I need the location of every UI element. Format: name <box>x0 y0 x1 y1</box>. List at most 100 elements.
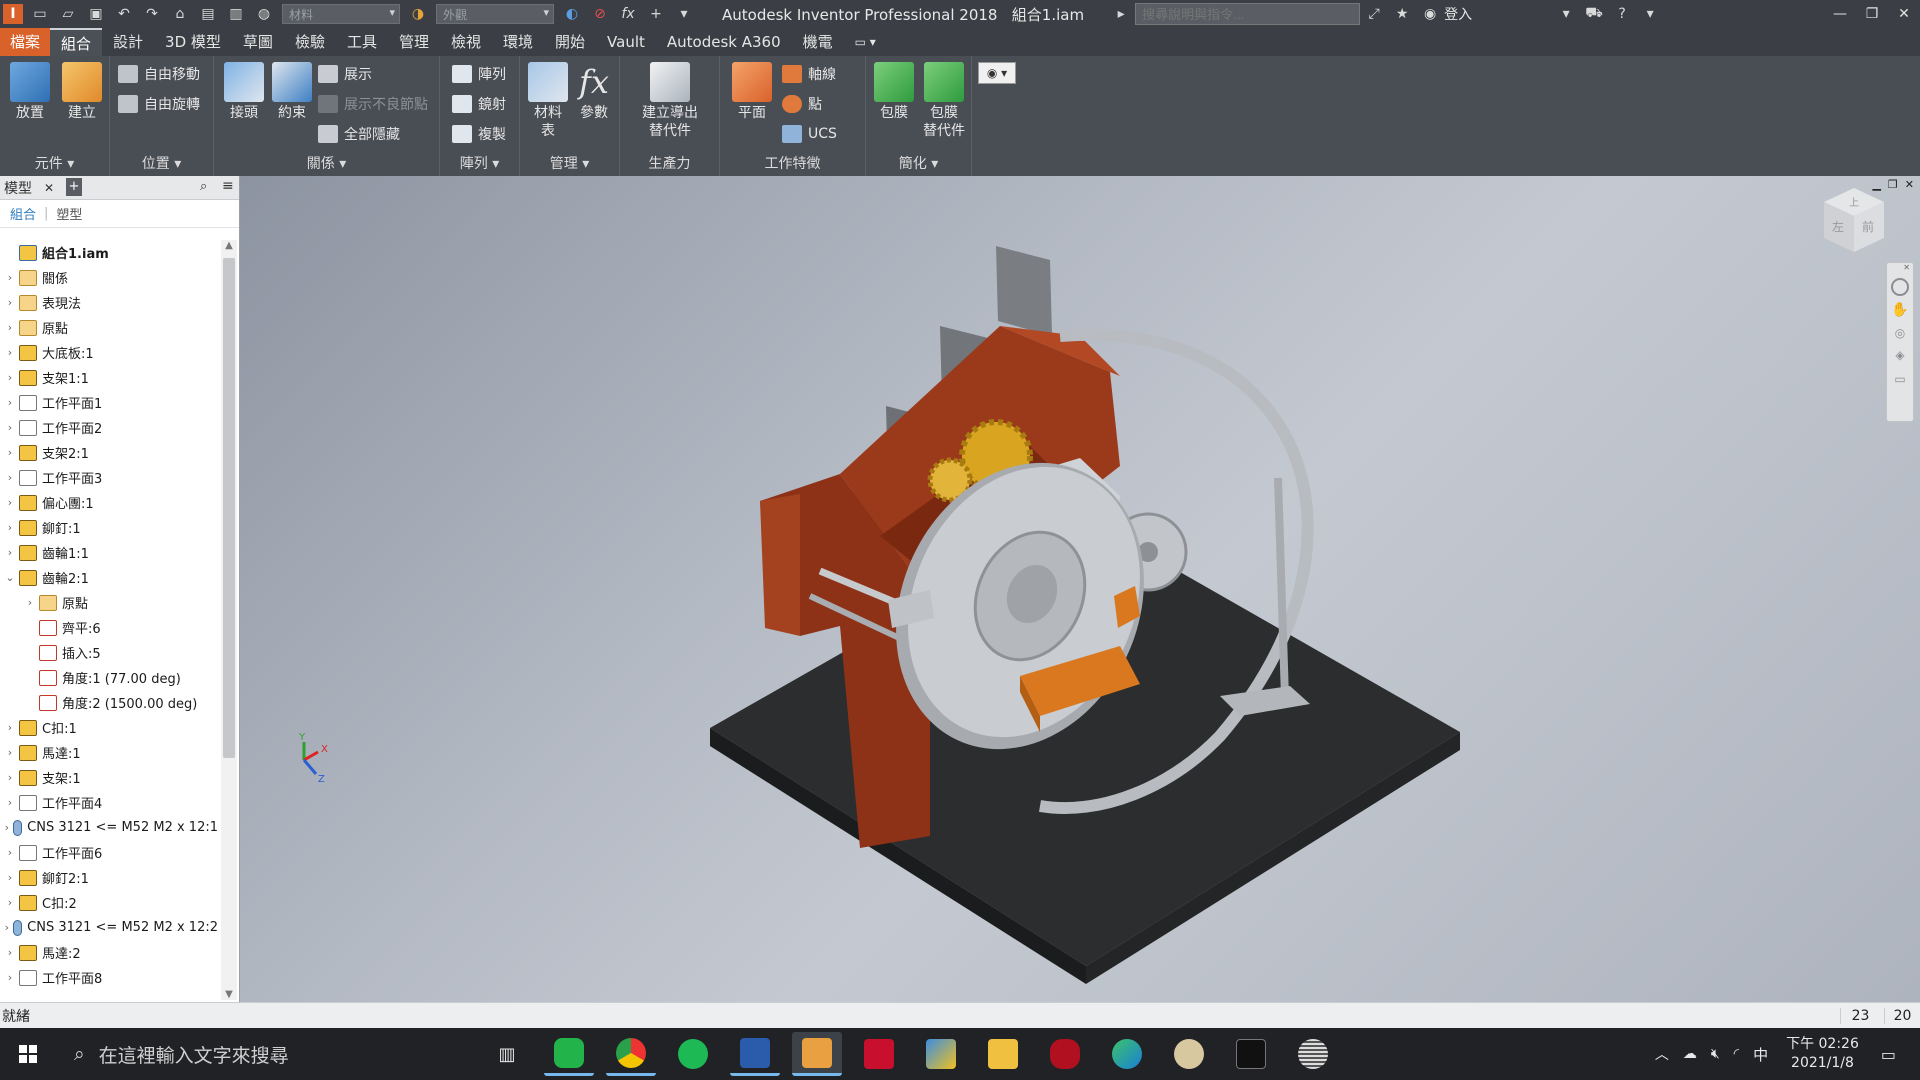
material-dropdown[interactable]: 材料 <box>282 4 400 24</box>
browser-node[interactable]: › 鉚釘2:1 <box>0 865 218 890</box>
browser-node[interactable]: ⌄ 齒輪2:1 <box>0 565 218 590</box>
show-button[interactable]: 展示 <box>318 62 372 86</box>
expand-arrow-icon[interactable]: › <box>4 296 16 309</box>
create-substitute-button[interactable]: 建立導出 替代件 <box>630 62 710 140</box>
tab-manage[interactable]: 管理 <box>388 28 440 56</box>
expand-arrow-icon[interactable]: › <box>4 896 16 909</box>
tab-inspect[interactable]: 檢驗 <box>284 28 336 56</box>
browser-node[interactable]: › 關係 <box>0 265 218 290</box>
expand-arrow-icon[interactable]: › <box>4 871 16 884</box>
browser-node[interactable]: › 工作平面1 <box>0 390 218 415</box>
browser-node[interactable]: › 工作平面4 <box>0 790 218 815</box>
tab-3d-model[interactable]: 3D 模型 <box>154 28 232 56</box>
tray-chevron-icon[interactable]: ︿ <box>1655 1044 1669 1064</box>
tab-sketch[interactable]: 草圖 <box>232 28 284 56</box>
browser-node[interactable]: › 工作平面2 <box>0 415 218 440</box>
clear-appearance-icon[interactable]: ⊘ <box>589 4 611 24</box>
browser-node[interactable]: › 支架2:1 <box>0 440 218 465</box>
expand-arrow-icon[interactable]: ⌄ <box>4 571 16 584</box>
tab-file[interactable]: 檔案 <box>0 28 51 56</box>
axis-button[interactable]: 軸線 <box>782 62 836 86</box>
assembly-model[interactable]: Y X Z <box>240 176 1920 1002</box>
expand-arrow-icon[interactable]: › <box>4 396 16 409</box>
browser-node[interactable]: › CNS 3121 <= M52 M2 x 12:1 <box>0 815 218 840</box>
tab-electromechanical[interactable]: 機電 <box>792 28 844 56</box>
open-file-icon[interactable]: ▱ <box>57 4 79 24</box>
update-icon[interactable]: ▥ <box>225 4 247 24</box>
expand-arrow-icon[interactable]: › <box>4 471 16 484</box>
browser-node[interactable]: › 原點 <box>0 590 218 615</box>
place-button[interactable]: 放置 <box>6 62 54 122</box>
look-at-icon[interactable]: ▭ <box>1887 372 1913 386</box>
pattern-button[interactable]: 陣列 <box>452 62 506 86</box>
taskbar-autocad[interactable] <box>854 1032 904 1076</box>
volume-muted-icon[interactable]: 🔇︎ <box>1711 1046 1720 1062</box>
browser-node[interactable]: › 工作平面3 <box>0 465 218 490</box>
browser-node[interactable]: › 表現法 <box>0 290 218 315</box>
exchange-apps-icon[interactable]: ⤢ <box>1363 4 1385 24</box>
task-view-button[interactable]: ▥ <box>482 1032 532 1076</box>
browser-node[interactable]: 齊平:6 <box>0 615 218 640</box>
panel-label-manage[interactable]: 管理 ▾ <box>520 153 619 173</box>
plus-icon[interactable]: + <box>645 4 667 24</box>
panel-label-pattern[interactable]: 陣列 ▾ <box>440 153 519 173</box>
copy-button[interactable]: 複製 <box>452 122 506 146</box>
viewcube[interactable]: 上 左 前 <box>1822 186 1886 254</box>
point-button[interactable]: 點 <box>782 92 822 116</box>
joint-button[interactable]: 接頭 <box>220 62 268 122</box>
browser-node[interactable]: › 齒輪1:1 <box>0 540 218 565</box>
save-icon[interactable]: ▣ <box>85 4 107 24</box>
browser-node[interactable]: › 工作平面8 <box>0 965 218 990</box>
tab-view[interactable]: 檢視 <box>440 28 492 56</box>
browser-scroll-thumb[interactable] <box>223 258 235 758</box>
expand-arrow-icon[interactable]: › <box>4 821 10 834</box>
parameters-button[interactable]: fx 參數 <box>570 62 618 122</box>
expand-arrow-icon[interactable]: › <box>4 521 16 534</box>
shrinkwrap-button[interactable]: 包膜 <box>870 62 918 122</box>
tab-design[interactable]: 設計 <box>102 28 154 56</box>
fx-icon[interactable]: fx <box>617 4 639 24</box>
hide-all-button[interactable]: 全部隱藏 <box>318 122 400 146</box>
browser-node[interactable]: › 大底板:1 <box>0 340 218 365</box>
browser-node[interactable]: › 鉚釘:1 <box>0 515 218 540</box>
expand-arrow-icon[interactable]: › <box>4 321 16 334</box>
orbit-icon[interactable]: ◈ <box>1887 348 1913 362</box>
expand-arrow-icon[interactable]: › <box>4 546 16 559</box>
tab-vault[interactable]: Vault <box>596 28 656 56</box>
taskbar-chrome[interactable] <box>606 1032 656 1076</box>
bom-button[interactable]: 材料 表 <box>524 62 572 140</box>
undo-icon[interactable]: ↶ <box>113 4 135 24</box>
ime-indicator[interactable]: 中 <box>1753 1044 1768 1065</box>
scroll-up-icon[interactable]: ▲ <box>221 240 237 251</box>
print-icon[interactable]: ▤ <box>197 4 219 24</box>
show-sick-button[interactable]: 展示不良節點 <box>318 92 428 116</box>
constrain-button[interactable]: 約束 <box>268 62 316 122</box>
expand-arrow-icon[interactable]: › <box>4 371 16 384</box>
tab-environments[interactable]: 環境 <box>492 28 544 56</box>
action-center-icon[interactable]: ▭ <box>1881 1045 1896 1064</box>
expand-arrow-icon[interactable]: › <box>4 796 16 809</box>
taskbar-terminal[interactable] <box>1226 1032 1276 1076</box>
taskbar-file-explorer[interactable] <box>978 1032 1028 1076</box>
panel-label-component[interactable]: 元件 ▾ <box>0 153 109 173</box>
app-logo-icon[interactable]: I <box>3 4 23 24</box>
cart-icon[interactable]: ⛟ <box>1583 4 1605 24</box>
shrinkwrap-substitute-button[interactable]: 包膜 替代件 <box>920 62 968 140</box>
close-button[interactable]: ✕ <box>1888 0 1920 28</box>
help-dropdown-icon[interactable]: ▾ <box>1639 4 1661 24</box>
browser-node[interactable]: › 原點 <box>0 315 218 340</box>
tab-get-started[interactable]: 開始 <box>544 28 596 56</box>
expand-arrow-icon[interactable]: ▸ <box>1110 4 1132 24</box>
favorite-star-icon[interactable]: ★ <box>1391 4 1413 24</box>
globe-icon[interactable]: ◍ <box>253 4 275 24</box>
create-button[interactable]: 建立 <box>58 62 106 122</box>
ribbon-options-dropdown[interactable]: ◉ ▾ <box>978 62 1016 84</box>
account-dropdown-icon[interactable]: ▾ <box>1555 4 1577 24</box>
appearance-icon[interactable]: ◑ <box>407 4 429 24</box>
network-icon[interactable]: ◜ <box>1734 1046 1739 1062</box>
browser-node[interactable]: › 偏心團:1 <box>0 490 218 515</box>
free-move-button[interactable]: 自由移動 <box>118 62 200 86</box>
expand-arrow-icon[interactable]: › <box>4 421 16 434</box>
navbar-close-icon[interactable]: ✕ <box>1887 263 1913 272</box>
taskbar-spotify[interactable] <box>668 1032 718 1076</box>
